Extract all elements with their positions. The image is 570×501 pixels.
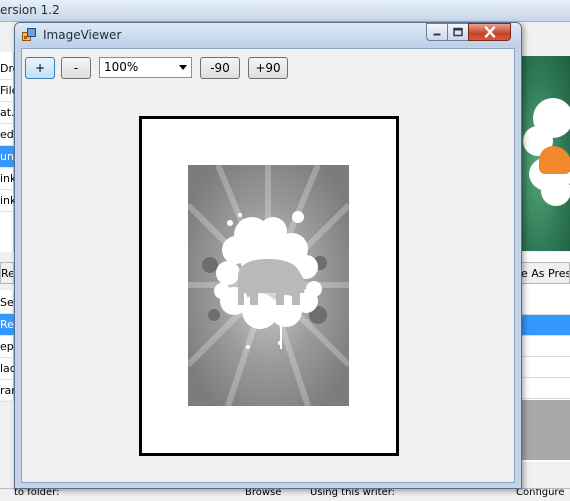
background-status-text: to folder: <box>14 488 60 498</box>
zoom-out-button[interactable]: - <box>61 57 91 79</box>
background-title: ersion 1.2 <box>0 3 60 17</box>
background-right-row[interactable] <box>519 357 570 378</box>
minimize-icon <box>433 33 441 36</box>
background-right-row-selected[interactable] <box>519 315 570 336</box>
zoom-value: 100% <box>104 60 139 74</box>
chevron-down-icon <box>179 65 187 70</box>
imageviewer-window: ImageViewer + - 100% -90 +90 <box>14 22 522 489</box>
background-list-item-selected[interactable]: un <box>0 146 14 168</box>
background-left-list-2[interactable]: Sel Res ep lad ran <box>0 290 14 402</box>
close-icon <box>484 26 495 38</box>
title-bar[interactable]: ImageViewer <box>15 23 521 47</box>
rotate-left-button[interactable]: -90 <box>200 57 240 79</box>
maximize-icon <box>453 27 463 37</box>
zoom-in-button[interactable]: + <box>25 57 55 79</box>
background-list-item[interactable]: at. <box>0 102 14 124</box>
background-list-item-selected[interactable]: Res <box>0 314 14 336</box>
background-list-item[interactable]: Sel <box>0 292 14 314</box>
background-right-empty-area <box>519 400 570 460</box>
background-right-row[interactable] <box>519 378 570 399</box>
zoom-dropdown[interactable]: 100% <box>99 57 192 78</box>
window-title: ImageViewer <box>43 28 122 42</box>
background-status-bar: to folder: Browse Using this writer: Con… <box>0 488 570 501</box>
background-list-item[interactable]: File <box>0 80 14 102</box>
background-list-item[interactable]: lad <box>0 358 14 380</box>
background-list-item[interactable]: ink <box>0 168 14 190</box>
background-list-item[interactable]: ink <box>0 190 14 212</box>
background-list-item[interactable]: ran <box>0 380 14 402</box>
background-titlebar: ersion 1.2 <box>0 0 570 22</box>
rotate-right-button[interactable]: +90 <box>248 57 288 79</box>
elephant-image <box>188 165 349 406</box>
background-right-row[interactable] <box>519 294 570 315</box>
client-area: + - 100% -90 +90 <box>21 48 515 483</box>
close-button[interactable] <box>468 23 511 41</box>
background-left-list[interactable]: Dro File at. ed un ink ink <box>0 52 14 252</box>
background-configure-button[interactable]: Configure <box>516 489 564 499</box>
background-list-item[interactable]: Dro <box>0 58 14 80</box>
background-list-item[interactable]: ep <box>0 336 14 358</box>
minimize-button[interactable] <box>426 23 447 41</box>
image-preview <box>188 165 349 406</box>
maximize-button[interactable] <box>447 23 468 41</box>
background-preview-image <box>519 56 570 251</box>
background-right-row[interactable] <box>519 336 570 357</box>
elephant-icon <box>539 146 570 174</box>
background-status-text: Using this writer: <box>310 488 396 498</box>
background-tab[interactable]: Re <box>0 262 14 284</box>
background-list-item[interactable]: ed <box>0 124 14 146</box>
image-canvas <box>139 116 399 456</box>
background-browse-button[interactable]: Browse <box>245 489 281 499</box>
background-right-label: e As Pres <box>520 262 570 284</box>
app-icon <box>22 28 36 41</box>
